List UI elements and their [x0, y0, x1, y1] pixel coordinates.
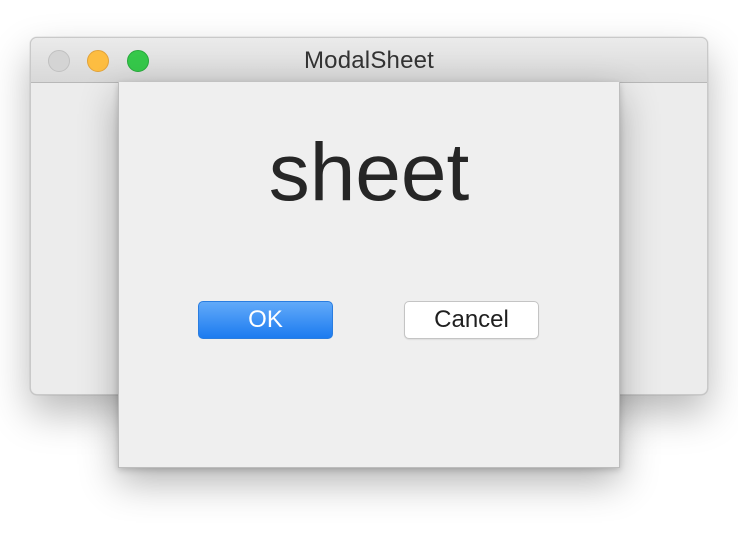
cancel-button[interactable]: Cancel [404, 301, 539, 339]
title-bar[interactable]: ModalSheet [31, 38, 707, 83]
sheet-label: sheet [268, 127, 470, 218]
screen: ModalSheet sheet OK Cancel [0, 0, 738, 546]
window-title: ModalSheet [303, 47, 435, 74]
modal-sheet: sheet OK Cancel [118, 82, 620, 468]
ok-button[interactable]: OK [198, 301, 333, 339]
